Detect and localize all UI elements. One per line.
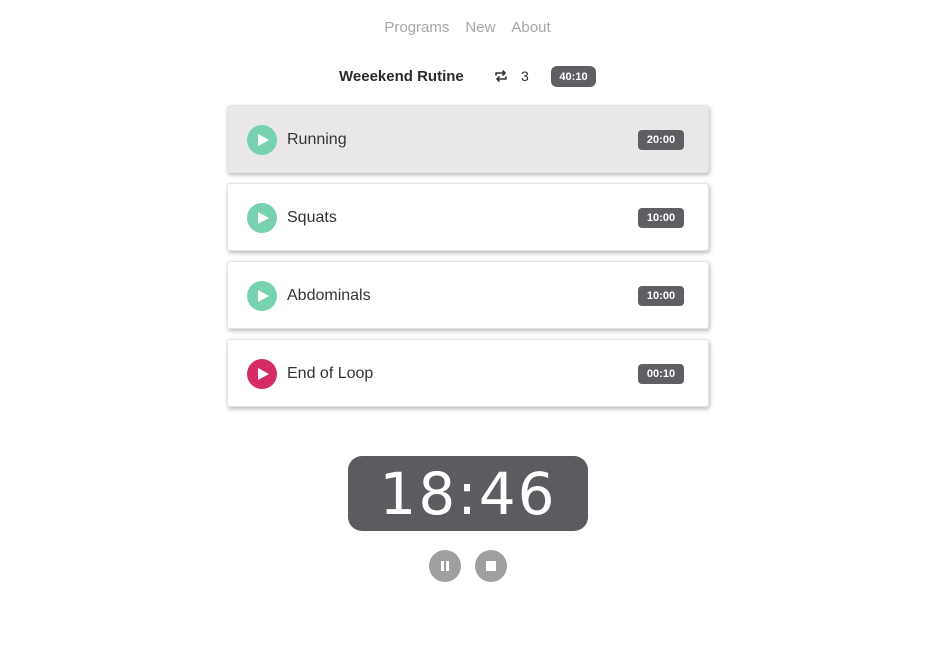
exercise-time-badge: 10:00	[638, 286, 684, 306]
program-header: Weeekend Rutine 3 40:10	[0, 64, 935, 90]
exercise-time-badge: 10:00	[638, 208, 684, 228]
exercise-name: Squats	[287, 209, 337, 226]
play-button[interactable]	[247, 281, 277, 311]
nav-about[interactable]: About	[511, 19, 550, 36]
repeat-icon	[495, 70, 507, 82]
play-button[interactable]	[247, 203, 277, 233]
nav-new[interactable]: New	[465, 19, 495, 36]
stop-icon	[486, 561, 496, 571]
play-icon	[258, 212, 269, 224]
play-button[interactable]	[247, 359, 277, 389]
pause-button[interactable]	[429, 550, 461, 582]
repeat-count: 3	[493, 68, 529, 84]
top-nav: Programs New About	[0, 19, 935, 36]
exercise-list: Running 20:00 Squats 10:00 Abdominals 10…	[227, 105, 709, 417]
stop-button[interactable]	[475, 550, 507, 582]
exercise-time-badge: 00:10	[638, 364, 684, 384]
exercise-card-abdominals[interactable]: Abdominals 10:00	[227, 261, 709, 329]
repeat-count-value: 3	[521, 68, 529, 84]
play-icon	[258, 368, 269, 380]
exercise-name: Abdominals	[287, 287, 371, 304]
exercise-card-end-of-loop[interactable]: End of Loop 00:10	[227, 339, 709, 407]
play-icon	[258, 290, 269, 302]
program-title: Weeekend Rutine	[339, 68, 464, 85]
page: Programs New About Weeekend Rutine 3 40:…	[0, 0, 935, 651]
pause-icon	[441, 561, 449, 571]
total-time-badge: 40:10	[551, 66, 596, 87]
play-icon	[258, 134, 269, 146]
exercise-name: Running	[287, 131, 347, 148]
play-button[interactable]	[247, 125, 277, 155]
countdown-timer: 18:46	[348, 456, 588, 531]
exercise-time-badge: 20:00	[638, 130, 684, 150]
exercise-name: End of Loop	[287, 365, 374, 382]
exercise-card-running[interactable]: Running 20:00	[227, 105, 709, 173]
exercise-card-squats[interactable]: Squats 10:00	[227, 183, 709, 251]
nav-programs[interactable]: Programs	[384, 19, 449, 36]
timer-controls	[429, 550, 507, 582]
